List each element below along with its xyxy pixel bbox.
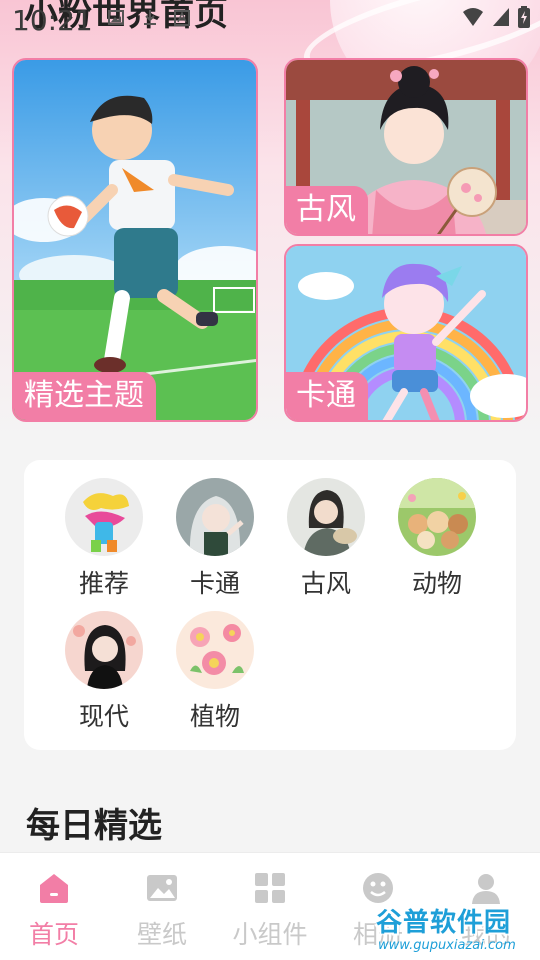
image-icon (147, 875, 177, 901)
nav-label-home: 首页 (28, 920, 79, 949)
category-item-recommend[interactable]: 推荐 (49, 478, 159, 600)
user-icon (472, 874, 500, 904)
category-item-animals[interactable]: 动物 (382, 478, 492, 600)
watermark-url: www.gupuxiazai.com (378, 938, 516, 953)
status-bar: 小粉世界首页 10:21 (0, 0, 540, 40)
featured-theme-label: 精选主题 (14, 372, 156, 420)
category-item-plants[interactable]: 植物 (160, 611, 270, 733)
nav-label-widgets: 小组件 (232, 920, 308, 949)
category-item-cartoon[interactable]: 卡通 (160, 478, 270, 600)
nav-label-wallpaper: 壁纸 (136, 920, 187, 949)
category-label-recommend: 推荐 (78, 569, 129, 598)
cartoon-label: 卡通 (286, 372, 368, 420)
emoji-face-icon (363, 873, 393, 903)
nav-item-home[interactable]: 首页 (0, 871, 108, 951)
nav-item-widgets[interactable]: 小组件 (216, 871, 324, 951)
wifi-icon (463, 8, 483, 26)
ancient-style-card[interactable]: 古风 (284, 58, 528, 236)
status-time: 10:21 (12, 4, 93, 37)
category-label-cartoon: 卡通 (189, 569, 240, 598)
category-item-ancient[interactable]: 古风 (271, 478, 381, 600)
ancient-style-label: 古风 (286, 186, 368, 234)
featured-theme-card[interactable]: 精选主题 (12, 58, 258, 422)
text-notification-icon (174, 10, 190, 26)
image-notification-icon (108, 10, 124, 25)
category-label-modern: 现代 (78, 702, 129, 731)
category-item-modern[interactable]: 现代 (49, 611, 159, 733)
home-icon (40, 874, 68, 903)
category-panel: 推荐 卡通 古风 动物 现代 植物 (24, 460, 516, 750)
cartoon-card[interactable]: 卡通 (284, 244, 528, 422)
nav-item-wallpaper[interactable]: 壁纸 (108, 871, 216, 951)
featured-illustration-image (14, 60, 256, 420)
battery-icon (518, 6, 530, 28)
signal-icon (493, 8, 509, 26)
animals-group-avatar (398, 478, 476, 556)
category-label-ancient: 古风 (300, 569, 351, 598)
modern-woman-avatar (65, 611, 143, 689)
graffiti-character-avatar (65, 478, 143, 556)
category-label-animals: 动物 (411, 569, 462, 598)
watermark-text: 谷普软件园 (376, 908, 512, 938)
category-label-plants: 植物 (189, 702, 240, 731)
daily-picks-title: 每日精选 (26, 806, 162, 846)
anime-girl-avatar (176, 478, 254, 556)
download-notification-icon (144, 10, 156, 25)
site-watermark: 谷普软件园 www.gupuxiazai.com (376, 902, 540, 960)
flowers-avatar (176, 611, 254, 689)
widgets-grid-icon (255, 873, 285, 903)
ancient-girl-avatar (287, 478, 365, 556)
